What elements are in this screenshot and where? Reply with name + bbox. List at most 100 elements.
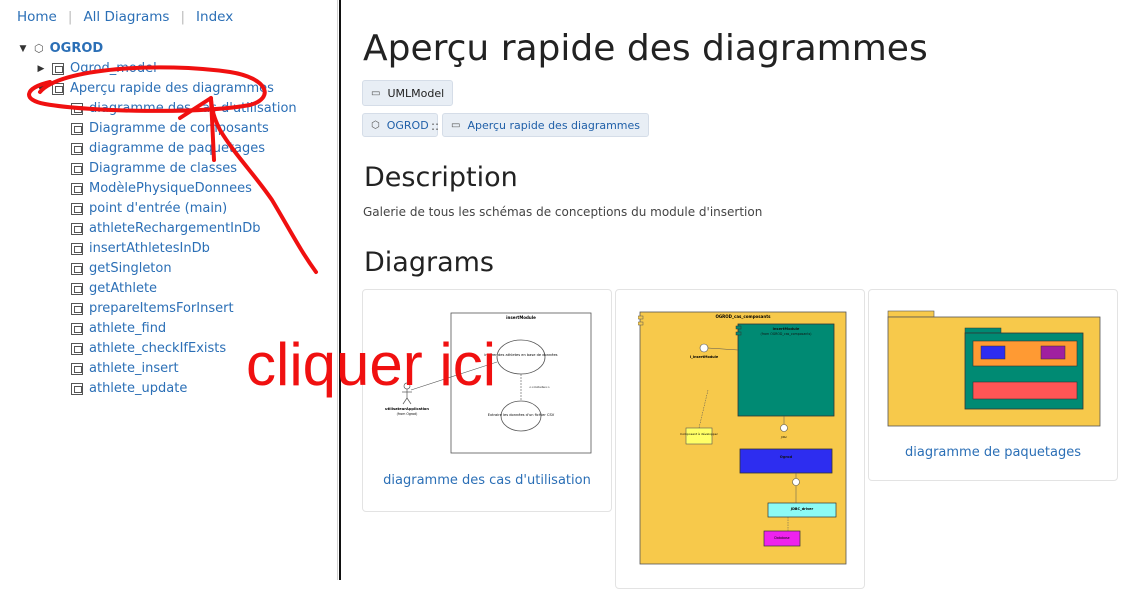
- tree-item-diagram[interactable]: athlete_insert: [71, 361, 179, 376]
- tree-item-label[interactable]: insertAthletesInDb: [89, 241, 210, 256]
- tree-item-diagram[interactable]: diagramme de paquetages: [71, 141, 265, 156]
- pane-divider[interactable]: [339, 0, 341, 580]
- nav-index-link[interactable]: Index: [196, 9, 233, 25]
- tree-item-diagram[interactable]: athleteRechargementInDb: [71, 221, 261, 236]
- tree-item-ogrod-model[interactable]: ▶ Ogrod_model: [36, 61, 157, 76]
- folder-diagram-icon: [52, 82, 64, 95]
- tree-item-diagram[interactable]: getAthlete: [71, 281, 157, 296]
- model-cube-icon: ⬡: [34, 42, 44, 55]
- expand-toggle-icon[interactable]: ▼: [18, 44, 28, 54]
- tree-item-diagram[interactable]: diagramme des cas d'utilisation: [71, 101, 297, 116]
- tree-item-label[interactable]: Diagramme de composants: [89, 121, 269, 136]
- comp4-label: Database: [774, 536, 789, 540]
- main-content: Aperçu rapide des diagrammes ▭ UMLModel …: [342, 0, 1144, 589]
- tree-item-apercu[interactable]: ▼ Aperçu rapide des diagrammes: [36, 81, 274, 96]
- sequence-diagram-icon: [71, 282, 83, 295]
- tree-item-label[interactable]: athlete_checkIfExists: [89, 341, 226, 356]
- class-diagram-icon: [71, 182, 83, 195]
- comp2-label: Ogrod: [780, 455, 793, 459]
- type-chip[interactable]: ▭ UMLModel: [362, 80, 454, 106]
- package-thumbnail[interactable]: [887, 310, 1101, 428]
- collapse-toggle-icon[interactable]: ▶: [36, 64, 46, 74]
- diagram-card-use-case[interactable]: insertModule insérer des athletes en bas…: [362, 289, 612, 512]
- folder-diagram-icon: [52, 62, 64, 75]
- tree-item-diagram[interactable]: Diagramme de classes: [71, 161, 237, 176]
- diagram-card-component[interactable]: OGROD_cas_composants insertModule (from …: [615, 289, 865, 589]
- jdbc-label: Jdbc: [780, 435, 788, 439]
- use-case-thumbnail[interactable]: insertModule insérer des athletes en bas…: [379, 312, 593, 456]
- tree-item-label[interactable]: ModèlePhysiqueDonnees: [89, 181, 252, 196]
- sequence-diagram-icon: [71, 302, 83, 315]
- thumb-title: OGROD_cas_composants: [715, 314, 771, 319]
- tree-item-diagram[interactable]: Diagramme de composants: [71, 121, 269, 136]
- class-diagram-icon: [71, 162, 83, 175]
- breadcrumb-current-label: Aperçu rapide des diagrammes: [467, 118, 641, 132]
- folder-diagram-icon: ▭: [451, 119, 461, 131]
- breadcrumb-root-label: OGROD: [386, 118, 429, 132]
- diagram-card-label[interactable]: diagramme de paquetages: [869, 445, 1117, 460]
- tree-item-label[interactable]: athlete_find: [89, 321, 166, 336]
- page-title: Aperçu rapide des diagrammes: [363, 28, 928, 69]
- expand-toggle-icon[interactable]: ▼: [36, 84, 46, 94]
- sequence-diagram-icon: [71, 262, 83, 275]
- tree-item-label[interactable]: getAthlete: [89, 281, 157, 296]
- breadcrumb-current[interactable]: ▭ Aperçu rapide des diagrammes: [442, 113, 650, 137]
- use-case-diagram-svg: insertModule insérer des athletes en bas…: [385, 312, 592, 454]
- tree-item-label[interactable]: athlete_update: [89, 381, 187, 396]
- tree-item-label[interactable]: Diagramme de classes: [89, 161, 237, 176]
- tree-item-label[interactable]: prepareItemsForInsert: [89, 301, 234, 316]
- tree-item-diagram[interactable]: insertAthletesInDb: [71, 241, 210, 256]
- model-cube-icon: ⬡: [371, 119, 380, 131]
- sequence-diagram-icon: [71, 342, 83, 355]
- note-label: Composant à développer: [680, 432, 719, 436]
- nav-all-diagrams-link[interactable]: All Diagrams: [83, 9, 169, 25]
- tree-item-diagram[interactable]: point d'entrée (main): [71, 201, 227, 216]
- tree-item-label[interactable]: point d'entrée (main): [89, 201, 227, 216]
- sequence-diagram-icon: [71, 242, 83, 255]
- tree-item-diagram[interactable]: ModèlePhysiqueDonnees: [71, 181, 252, 196]
- include-label: <<include>>: [529, 385, 550, 389]
- tree-item-label[interactable]: diagramme des cas d'utilisation: [89, 101, 297, 116]
- diagram-card-label[interactable]: diagramme des cas d'utilisation: [363, 473, 611, 488]
- sequence-diagram-icon: [71, 362, 83, 375]
- uc1-label: insérer des athletes en base de données: [484, 353, 557, 357]
- component-thumbnail[interactable]: OGROD_cas_composants insertModule (from …: [638, 310, 850, 568]
- tree-item-label[interactable]: Aperçu rapide des diagrammes: [70, 81, 274, 96]
- tree-item-label[interactable]: diagramme de paquetages: [89, 141, 265, 156]
- tree-item-diagram[interactable]: athlete_update: [71, 381, 187, 396]
- tree-root-ogrod[interactable]: ▼ ⬡ OGROD: [18, 41, 104, 56]
- package-diagram-icon: [71, 142, 83, 155]
- tree-item-label[interactable]: athleteRechargementInDb: [89, 221, 261, 236]
- tree-item-diagram[interactable]: getSingleton: [71, 261, 172, 276]
- type-chip-label: UMLModel: [387, 86, 445, 100]
- diagrams-heading: Diagrams: [364, 247, 494, 278]
- component-diagram-icon: [71, 122, 83, 135]
- tree-item-diagram[interactable]: prepareItemsForInsert: [71, 301, 234, 316]
- component-diagram-svg: OGROD_cas_composants insertModule (from …: [638, 311, 847, 565]
- iface1-label: I_InsertModule: [690, 355, 719, 359]
- tree-item-label[interactable]: getSingleton: [89, 261, 172, 276]
- nav-home-link[interactable]: Home: [17, 9, 57, 25]
- comp1-label: insertModule: [773, 327, 800, 331]
- sequence-diagram-icon: [71, 322, 83, 335]
- tree-item-label[interactable]: Ogrod_model: [70, 61, 157, 76]
- nav-separator: |: [67, 9, 73, 25]
- breadcrumb-separator: ::: [431, 119, 440, 133]
- tree-root-label[interactable]: OGROD: [50, 41, 104, 56]
- tree-item-diagram[interactable]: athlete_find: [71, 321, 166, 336]
- nav-separator: |: [180, 9, 186, 25]
- tree-item-label[interactable]: athlete_insert: [89, 361, 179, 376]
- comp3-label: JDBC_driver: [790, 507, 814, 511]
- top-nav: Home | All Diagrams | Index: [17, 9, 233, 25]
- sequence-diagram-icon: [71, 382, 83, 395]
- thumb-title: insertModule: [506, 315, 536, 320]
- actor-label: utilisateurApplication: [385, 407, 429, 411]
- diagram-card-package[interactable]: diagramme de paquetages: [868, 289, 1118, 481]
- uc2-label: Extraire les données d'un fichier CSV: [488, 413, 555, 417]
- tree-item-diagram[interactable]: athlete_checkIfExists: [71, 341, 226, 356]
- sidebar: Home | All Diagrams | Index ▼ ⬡ OGROD ▶ …: [0, 0, 338, 580]
- use-case-diagram-icon: [71, 102, 83, 115]
- breadcrumb-root[interactable]: ⬡ OGROD: [362, 113, 438, 137]
- comp1-from-label: (from OGROD_cas_composants): [761, 332, 812, 336]
- description-text: Galerie de tous les schémas de conceptio…: [363, 205, 763, 219]
